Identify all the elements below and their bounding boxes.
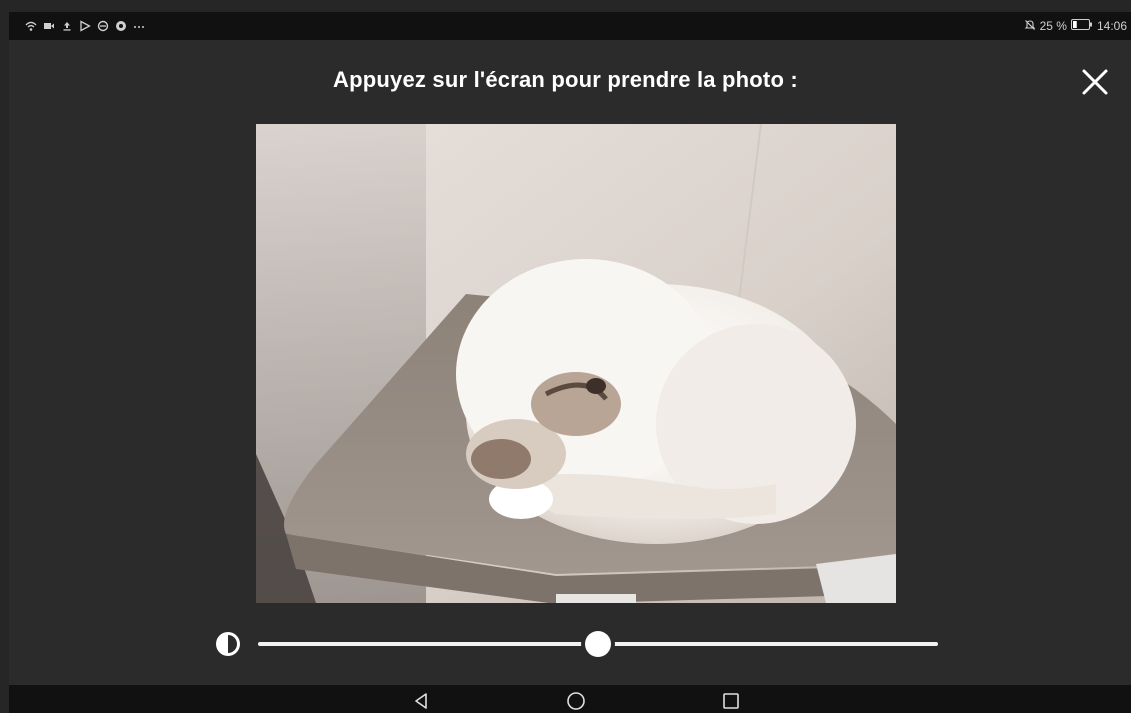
back-icon: [415, 693, 427, 709]
home-button[interactable]: [566, 691, 586, 711]
circle-app-icon: [115, 20, 127, 32]
status-notification-icons: [25, 19, 145, 33]
wifi-icon: [25, 20, 37, 32]
video-icon: [43, 20, 55, 32]
recents-button[interactable]: [721, 691, 741, 711]
camera-preview[interactable]: [256, 124, 896, 603]
battery-icon: [1070, 19, 1093, 33]
brightness-slider[interactable]: [258, 630, 938, 658]
bell-off-icon: [1024, 19, 1036, 34]
back-button[interactable]: [411, 691, 431, 711]
contrast-icon: [215, 631, 241, 657]
play-store-icon: [79, 20, 91, 32]
status-bar: 25 % 14:06: [9, 12, 1131, 40]
slider-thumb[interactable]: [585, 631, 611, 657]
navigation-bar: [9, 685, 1131, 713]
status-system-info: 25 % 14:06: [1024, 19, 1127, 33]
camera-capture-screen: 25 % 14:06 Appuyez sur l'écran pour pren…: [0, 0, 1131, 713]
status-time: 14:06: [1096, 19, 1127, 33]
more-dots-icon: [133, 20, 145, 32]
battery-percent: 25 %: [1039, 19, 1067, 33]
home-icon: [567, 692, 585, 710]
top-margin: [0, 0, 1131, 12]
cat-sleeping-on-cat-tree-photo: [256, 124, 896, 603]
e-icon: [97, 20, 109, 32]
capture-instruction: Appuyez sur l'écran pour prendre la phot…: [333, 67, 798, 92]
upload-icon: [61, 20, 73, 32]
left-margin: [0, 0, 9, 713]
recents-icon: [723, 693, 739, 709]
close-icon: [1082, 69, 1108, 95]
camera-main-area[interactable]: Appuyez sur l'écran pour prendre la phot…: [9, 40, 1131, 685]
close-button[interactable]: [1080, 67, 1110, 97]
